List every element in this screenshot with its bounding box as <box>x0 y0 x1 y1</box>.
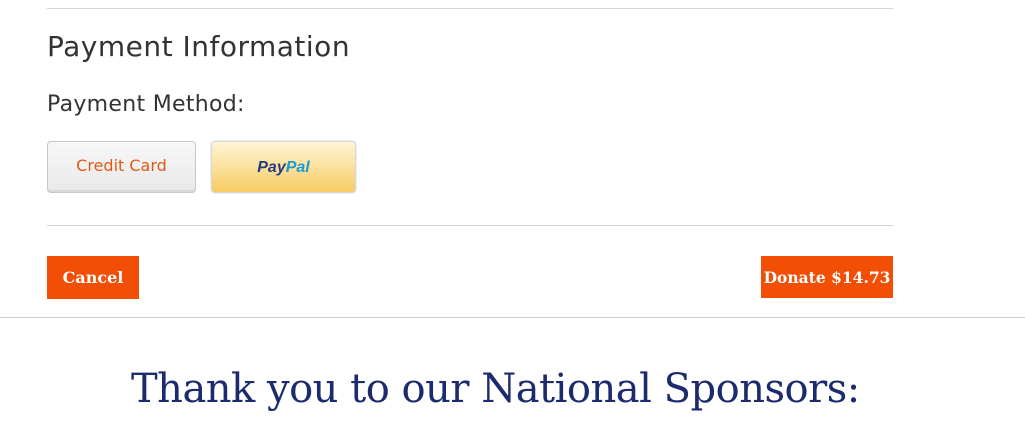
payment-information-heading: Payment Information <box>47 30 351 63</box>
actions-divider <box>47 225 893 226</box>
payment-method-label: Payment Method: <box>47 92 245 117</box>
credit-card-label: Credit Card <box>76 156 167 175</box>
paypal-logo-pal: Pal <box>285 159 310 176</box>
paypal-button[interactable]: PayPal <box>211 141 356 193</box>
donate-button[interactable]: Donate $14.73 <box>761 256 893 298</box>
credit-card-button[interactable]: Credit Card <box>47 141 196 193</box>
paypal-logo: PayPal <box>257 159 309 177</box>
top-divider <box>47 8 893 9</box>
cancel-button[interactable]: Cancel <box>47 256 139 299</box>
section-divider <box>0 317 1025 318</box>
national-sponsors-heading: Thank you to our National Sponsors: <box>131 366 860 412</box>
paypal-logo-pay: Pay <box>257 159 286 176</box>
